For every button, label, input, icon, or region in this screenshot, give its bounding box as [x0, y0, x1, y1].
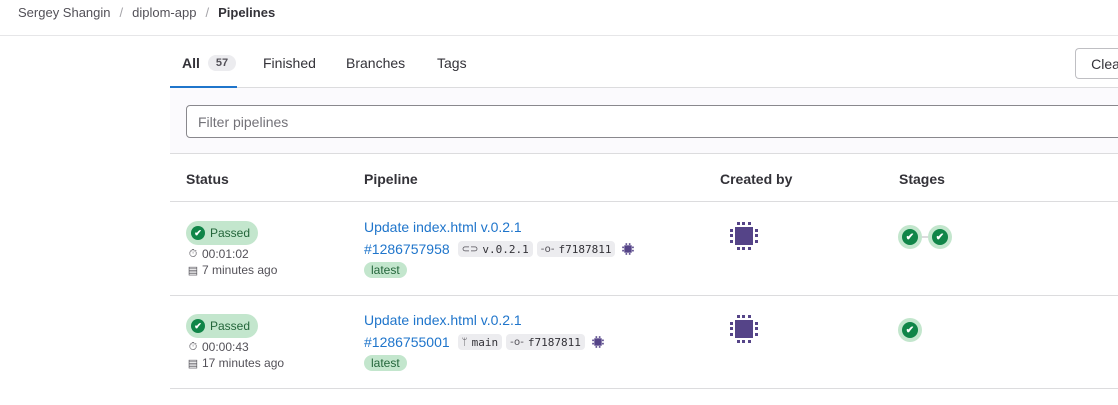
commit-author-avatar[interactable] [591, 335, 605, 349]
duration: ⏱ 00:00:43 [187, 340, 249, 354]
status-passed-icon: ✔ [191, 226, 205, 240]
breadcrumb-current[interactable]: Pipelines [218, 5, 275, 20]
clear-runner-caches-button[interactable]: Clea [1075, 48, 1118, 79]
tab-branches-label: Branches [346, 55, 406, 71]
created-by-avatar[interactable] [727, 312, 761, 346]
status-label: Passed [210, 226, 251, 240]
branch-icon: ᛘ [461, 336, 468, 348]
tab-all-count: 57 [207, 55, 237, 71]
created-time-value: 7 minutes ago [202, 263, 278, 277]
pipeline-stages: ✔ [898, 318, 922, 342]
check-icon: ✔ [902, 229, 918, 245]
pipeline-tabs: All 57 Finished Branches Tags Clea [170, 36, 1118, 88]
latest-badge: latest [364, 262, 407, 278]
created-time: ▤ 17 minutes ago [187, 356, 284, 370]
pipeline-id-link[interactable]: #1286757958 [364, 241, 450, 257]
column-stages: Stages [899, 171, 945, 187]
commit-sha: f7187811 [558, 242, 612, 256]
breadcrumb-separator: / [205, 4, 210, 20]
filter-pipelines-input[interactable] [186, 105, 1118, 138]
breadcrumb-separator: / [119, 4, 124, 20]
created-by-avatar[interactable] [727, 219, 761, 253]
commit-pill[interactable]: -o- f7187811 [536, 241, 616, 257]
created-time: ▤ 7 minutes ago [187, 263, 278, 277]
latest-badge: latest [364, 355, 407, 371]
column-status: Status [186, 171, 229, 187]
calendar-icon: ▤ [187, 264, 199, 277]
stage-passed[interactable]: ✔ [898, 225, 922, 249]
check-icon: ✔ [932, 229, 948, 245]
tab-all-label: All [182, 55, 200, 71]
column-created-by: Created by [720, 171, 793, 187]
status-passed-icon: ✔ [191, 319, 205, 333]
filter-bar [170, 88, 1118, 154]
table-row: ✔ Passed ⏱ 00:01:02 ▤ 7 minutes ago Upda… [170, 203, 1118, 296]
tab-finished-label: Finished [263, 55, 316, 71]
pipeline-stages: ✔ ✔ [898, 225, 952, 249]
ref-pill[interactable]: ᛘ main [457, 334, 503, 350]
duration-value: 00:01:02 [202, 247, 249, 261]
ref-pill[interactable]: ⊂⊃ v.0.2.1 [457, 241, 533, 257]
timer-icon: ⏱ [188, 340, 198, 353]
tag-icon: ⊂⊃ [461, 243, 479, 255]
pipeline-id-link[interactable]: #1286755001 [364, 334, 450, 350]
tab-finished[interactable]: Finished [263, 55, 316, 71]
check-icon: ✔ [902, 322, 918, 338]
breadcrumb-user[interactable]: Sergey Shangin [18, 5, 111, 20]
timer-icon: ⏱ [188, 247, 198, 260]
ref-name: main [471, 335, 499, 349]
tab-tags-label: Tags [437, 55, 467, 71]
table-row: ✔ Passed ⏱ 00:00:43 ▤ 17 minutes ago Upd… [170, 296, 1118, 389]
column-pipeline: Pipeline [364, 171, 418, 187]
ref-name: v.0.2.1 [482, 242, 529, 256]
created-time-value: 17 minutes ago [202, 356, 285, 370]
calendar-icon: ▤ [187, 357, 199, 370]
status-label: Passed [210, 319, 251, 333]
commit-pill[interactable]: -o- f7187811 [506, 334, 585, 350]
status-badge[interactable]: ✔ Passed [186, 221, 259, 245]
breadcrumb-project[interactable]: diplom-app [132, 5, 196, 20]
pipeline-identifiers: #1286755001 ᛘ main -o- f7187811 [364, 332, 605, 352]
commit-icon: -o- [540, 243, 555, 255]
table-header: Status Pipeline Created by Stages [170, 154, 1118, 202]
stage-passed[interactable]: ✔ [928, 225, 952, 249]
status-badge[interactable]: ✔ Passed [186, 314, 259, 338]
stage-passed[interactable]: ✔ [898, 318, 922, 342]
tab-all[interactable]: All 57 [182, 55, 237, 71]
commit-sha: f7187811 [527, 335, 581, 349]
commit-icon: -o- [510, 336, 524, 348]
pipeline-title-link[interactable]: Update index.html v.0.2.1 [364, 312, 522, 328]
commit-author-avatar[interactable] [621, 242, 635, 256]
pipeline-title-link[interactable]: Update index.html v.0.2.1 [364, 219, 522, 235]
duration-value: 00:00:43 [202, 340, 249, 354]
tab-branches[interactable]: Branches [346, 55, 405, 71]
breadcrumb: Sergey Shangin / diplom-app / Pipelines [18, 4, 275, 20]
pipeline-identifiers: #1286757958 ⊂⊃ v.0.2.1 -o- f7187811 [364, 239, 635, 259]
tab-tags[interactable]: Tags [437, 55, 467, 71]
duration: ⏱ 00:01:02 [187, 247, 249, 261]
